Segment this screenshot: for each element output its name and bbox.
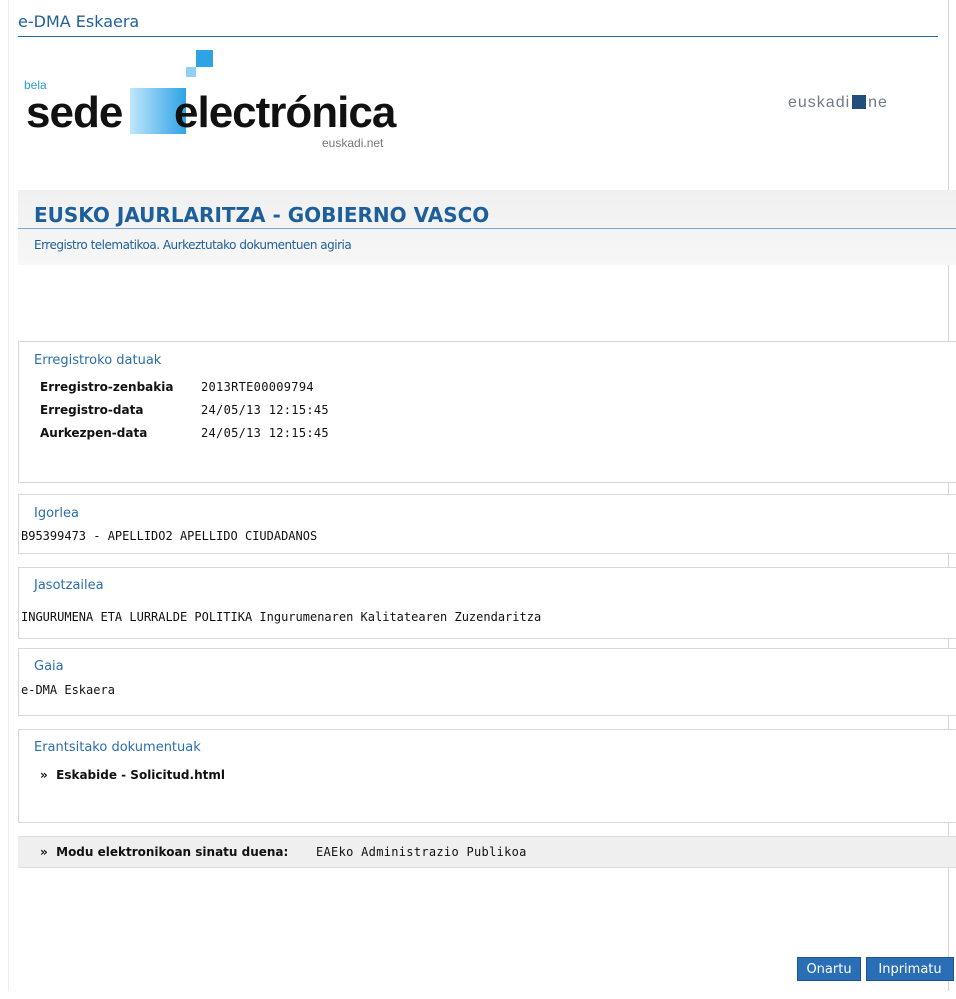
sender-value: B95399473 - APELLIDO2 APELLIDO CIUDADANO…	[21, 529, 318, 543]
accept-button[interactable]: Onartu	[797, 957, 861, 981]
document-link[interactable]: » Eskabide - Solicitud.html	[40, 768, 225, 782]
signature-bar: » Modu elektronikoan sinatu duena: EAEko…	[18, 836, 956, 868]
presentation-date-label: Aurkezpen-data	[40, 426, 148, 440]
logo-small-square-icon	[186, 67, 196, 77]
registry-number-label: Erregistro-zenbakia	[40, 380, 174, 394]
recipient-value: INGURUMENA ETA LURRALDE POLITIKA Ingurum…	[21, 610, 542, 624]
logo-euskadinet-text: euskadi.net	[322, 136, 384, 150]
registry-number-value: 2013RTE00009794	[201, 380, 314, 394]
sender-panel	[18, 494, 956, 554]
subject-panel	[18, 648, 956, 716]
logo-square-icon	[196, 50, 213, 67]
sede-electronica-logo: bela sede electrónica euskadi.net	[20, 48, 420, 158]
logo-electronica-text: electrónica	[174, 88, 396, 137]
page-title: e-DMA Eskaera	[18, 12, 140, 31]
euskadi-logo: euskadi ne	[788, 94, 888, 112]
title-divider	[18, 36, 938, 37]
signature-bullet-icon: »	[40, 845, 48, 859]
recipient-panel	[18, 567, 956, 639]
registry-date-value: 24/05/13 12:15:45	[201, 403, 329, 417]
euskadi-square-icon	[852, 95, 867, 109]
registry-legend: Erregistroko datuak	[34, 353, 162, 368]
document-link-label: Eskabide - Solicitud.html	[56, 768, 225, 782]
documents-legend: Erantsitako dokumentuak	[34, 740, 201, 755]
euskadi-logo-right: ne	[868, 94, 888, 111]
signature-value: EAEko Administrazio Publikoa	[316, 845, 527, 859]
euskadi-logo-left: euskadi	[788, 94, 851, 111]
registry-date-label: Erregistro-data	[40, 403, 144, 417]
signature-label: » Modu elektronikoan sinatu duena:	[40, 845, 289, 859]
sender-legend: Igorlea	[34, 506, 79, 521]
government-divider	[18, 228, 956, 229]
government-title: EUSKO JAURLARITZA - GOBIERNO VASCO	[34, 203, 490, 227]
print-button[interactable]: Inprimatu	[866, 957, 954, 981]
logo-sede-text: sede	[26, 88, 123, 137]
recipient-legend: Jasotzailea	[34, 578, 104, 593]
government-subtitle: Erregistro telematikoa. Aurkeztutako dok…	[34, 238, 352, 252]
subject-value: e-DMA Eskaera	[21, 683, 115, 697]
document-bullet-icon: »	[40, 768, 48, 782]
presentation-date-value: 24/05/13 12:15:45	[201, 426, 329, 440]
subject-legend: Gaia	[34, 659, 64, 674]
